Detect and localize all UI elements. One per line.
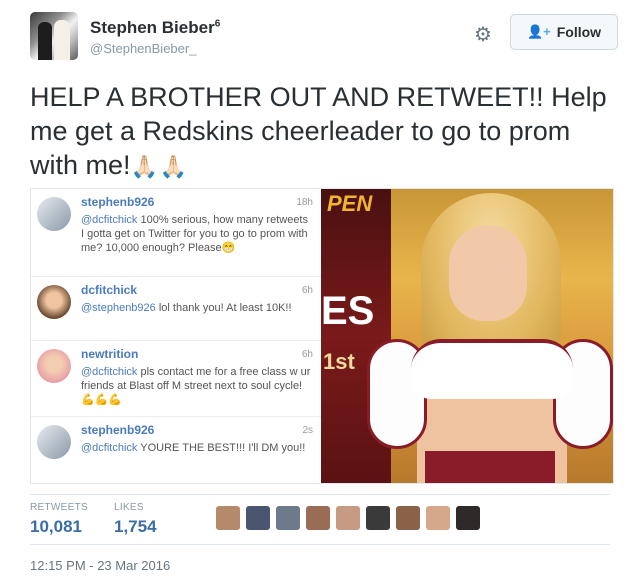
photo-face — [449, 225, 527, 321]
likes-stat[interactable]: LIKES 1,754 — [114, 502, 157, 537]
photo-uniform-skirt — [425, 451, 555, 483]
feed-message-text: lol thank you! At least 10K!! — [155, 302, 292, 314]
feed-mention: @dcfitchick — [81, 214, 138, 226]
liker-avatars — [216, 506, 480, 534]
feed-time: 6h — [301, 285, 313, 296]
praying-hands-emoji: 🙏🏻🙏🏻 — [130, 154, 190, 179]
likes-label: LIKES — [114, 502, 144, 513]
retweets-stat[interactable]: RETWEETS 10,081 — [30, 502, 88, 537]
liker-avatar[interactable] — [426, 506, 450, 530]
divider-bottom — [30, 544, 610, 545]
tweet-header: Stephen Bieber6 @StephenBieber_ ⚙ 👤+ Fol… — [30, 10, 620, 66]
gear-icon[interactable]: ⚙ — [474, 22, 492, 47]
likes-count[interactable]: 1,754 — [114, 517, 157, 537]
feed-message: @dcfitchick pls contact me for a free cl… — [81, 365, 313, 407]
liker-avatar[interactable] — [216, 506, 240, 530]
feed-avatar — [37, 197, 71, 231]
follow-button[interactable]: 👤+ Follow — [510, 14, 618, 50]
cheerleader-photo: PEN ES 1st — [321, 189, 613, 483]
user-handle[interactable]: @StephenBieber_ — [90, 41, 196, 56]
liker-avatar[interactable] — [456, 506, 480, 530]
divider-top — [30, 494, 610, 495]
liker-avatar[interactable] — [336, 506, 360, 530]
feed-username: stephenb926 — [81, 195, 155, 209]
retweets-label: RETWEETS — [30, 502, 88, 513]
feed-item: stephenb926 2s @dcfitchick YOURE THE BES… — [31, 417, 321, 483]
liker-avatar[interactable] — [366, 506, 390, 530]
feed-message: @dcfitchick 100% serious, how many retwe… — [81, 213, 313, 255]
feed-item: stephenb926 18h @dcfitchick 100% serious… — [31, 189, 321, 277]
tweet-text-content: HELP A BROTHER OUT AND RETWEET!! Help me… — [30, 82, 607, 180]
feed-item: newtrition 6h @dcfitchick pls contact me… — [31, 341, 321, 417]
user-avatar[interactable] — [30, 12, 78, 60]
retweets-count[interactable]: 10,081 — [30, 517, 88, 537]
feed-mention: @dcfitchick — [81, 366, 138, 378]
feed-avatar — [37, 425, 71, 459]
feed-mention: @dcfitchick — [81, 442, 138, 454]
banner-text-top: PEN — [327, 191, 373, 216]
banner-text-middle: ES — [321, 289, 375, 333]
tweet-text: HELP A BROTHER OUT AND RETWEET!! Help me… — [30, 80, 610, 184]
liker-avatar[interactable] — [306, 506, 330, 530]
tweet-stats: RETWEETS 10,081 LIKES 1,754 — [30, 502, 610, 542]
user-name-superscript: 6 — [214, 18, 221, 30]
follow-button-label: Follow — [556, 24, 602, 40]
user-name-text[interactable]: Stephen Bieber — [90, 18, 215, 37]
liker-avatar[interactable] — [396, 506, 420, 530]
feed-mention: @stephenb926 — [81, 302, 156, 314]
tweet-media-image[interactable]: stephenb926 18h @dcfitchick 100% serious… — [30, 188, 614, 484]
avatar-figure-groom — [38, 22, 52, 60]
avatar-figure-bride — [54, 20, 70, 60]
feed-username: stephenb926 — [81, 423, 155, 437]
banner-text-bottom: 1st — [323, 349, 355, 374]
screenshot-feed: stephenb926 18h @dcfitchick 100% serious… — [31, 189, 321, 483]
feed-message: @dcfitchick YOURE THE BEST!!! I'll DM yo… — [81, 441, 313, 455]
feed-item: dcfitchick 6h @stephenb926 lol thank you… — [31, 277, 321, 341]
user-display-name[interactable]: Stephen Bieber6 — [90, 18, 220, 38]
feed-username: newtrition — [81, 347, 139, 361]
feed-message-text: YOURE THE BEST!!! I'll DM you!! — [137, 442, 306, 454]
feed-username: dcfitchick — [81, 283, 138, 297]
feed-message: @stephenb926 lol thank you! At least 10K… — [81, 301, 313, 315]
tweet-timestamp[interactable]: 12:15 PM - 23 Mar 2016 — [30, 558, 170, 573]
feed-time: 6h — [301, 349, 313, 360]
photo-uniform-top — [411, 339, 573, 399]
add-user-icon: 👤+ — [526, 24, 551, 39]
feed-time: 18h — [296, 197, 313, 208]
feed-time: 2s — [302, 425, 313, 436]
liker-avatar[interactable] — [246, 506, 270, 530]
feed-avatar — [37, 285, 71, 319]
feed-avatar — [37, 349, 71, 383]
liker-avatar[interactable] — [276, 506, 300, 530]
